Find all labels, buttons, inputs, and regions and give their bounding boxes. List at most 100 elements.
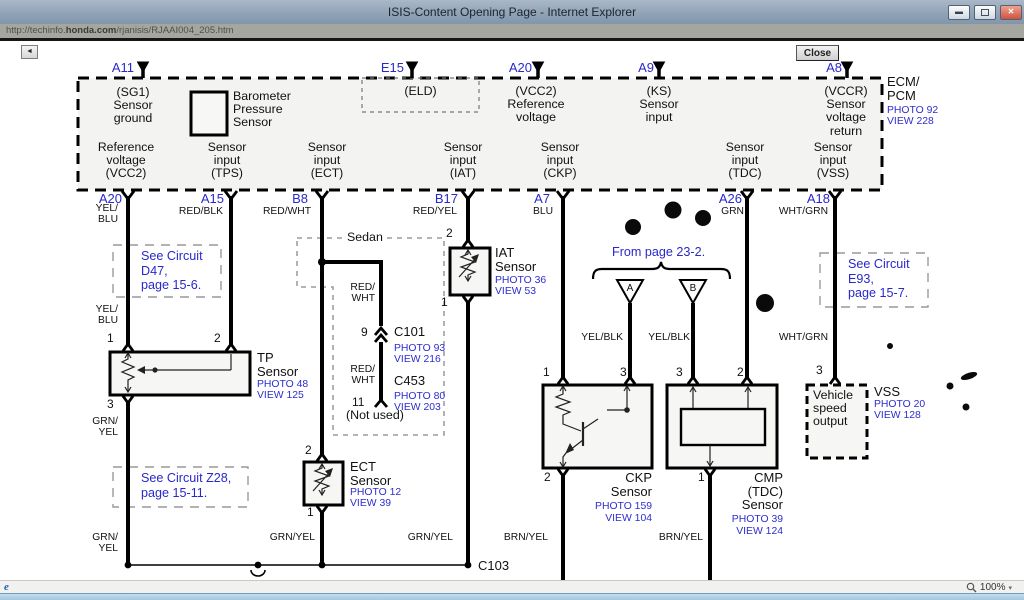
ect-pin-1: 1 — [307, 506, 314, 519]
wire-color-brn-yel-ckp: BRN/YEL — [493, 532, 548, 543]
pin-id-b17: B17 — [420, 192, 458, 205]
cmp-photo-link[interactable]: PHOTO 39 — [725, 514, 783, 525]
label-sg1: (SG1) Sensor ground — [101, 86, 165, 126]
window-title: ISIS-Content Opening Page - Internet Exp… — [0, 5, 1024, 19]
pin-id-e15: E15 — [372, 61, 404, 74]
minimize-button[interactable]: ▬ — [948, 5, 970, 20]
iat-view-link[interactable]: VIEW 53 — [495, 286, 536, 297]
vss-label: VSS — [874, 385, 900, 399]
ecm-view-link[interactable]: VIEW 228 — [887, 116, 934, 127]
wire-color-red-wht-3: RED/ WHT — [340, 364, 375, 386]
magnifier-icon — [966, 582, 977, 593]
ckp-sensor-box — [543, 385, 652, 468]
pin-id-a11: A11 — [98, 61, 134, 74]
taskbar-strip — [0, 593, 1024, 600]
wire-color-wht-grn: WHT/GRN — [770, 206, 828, 217]
c453-photo-link[interactable]: PHOTO 80 — [394, 391, 445, 402]
pin-a11 — [138, 62, 149, 78]
separator-line — [0, 38, 1024, 41]
wire-color-yel-blu-2: YEL/ BLU — [88, 304, 118, 326]
address-bar[interactable]: http://techinfo.honda.com/rjanisis/RJAAI… — [0, 24, 1024, 38]
ect-sensor-label: ECT Sensor — [350, 460, 391, 487]
label-vccr: (VCCR) Sensor voltage return — [816, 85, 876, 138]
ecm-pcm-label: ECM/ PCM — [887, 75, 920, 102]
close-page-button[interactable]: Close — [796, 45, 839, 61]
back-button[interactable]: ◄ — [21, 45, 38, 59]
c103-connector-arc — [251, 570, 265, 576]
pin-id-a18: A18 — [798, 192, 830, 205]
label-vcc2-top: (VCC2) Reference voltage — [495, 85, 577, 125]
iat-photo-link[interactable]: PHOTO 36 — [495, 275, 546, 286]
window-close-button[interactable]: ✕ — [1000, 5, 1022, 20]
wire-color-blu: BLU — [521, 206, 553, 217]
fn-iat: Sensor input (IAT) — [429, 141, 497, 179]
ecm-top-pin-symbols — [138, 62, 853, 78]
c101-label: C101 — [394, 325, 425, 339]
wire-color-brn-yel-cmp: BRN/YEL — [648, 532, 703, 543]
junction-dot — [318, 258, 326, 266]
see-circuit-d47: See Circuit D47, page 15-6. — [141, 249, 203, 293]
ecm-photo-link[interactable]: PHOTO 92 — [887, 105, 938, 116]
cmp-sensor-label: CMP (TDC) Sensor — [725, 471, 783, 512]
cmp-pin-3: 3 — [676, 366, 683, 379]
tp-pin-1: 1 — [107, 332, 114, 345]
ckp-photo-link[interactable]: PHOTO 159 — [592, 501, 652, 512]
cmp-pin-2: 2 — [737, 366, 744, 379]
not-used-label: (Not used) — [346, 409, 404, 422]
vss-photo-link[interactable]: PHOTO 20 — [874, 399, 925, 410]
triangle-a-letter: A — [620, 282, 640, 295]
ckp-pin-3: 3 — [620, 366, 627, 379]
ckp-pin-1: 1 — [543, 366, 550, 379]
vss-pin-3: 3 — [816, 364, 823, 377]
wire-color-grn-yel-ect: GRN/YEL — [263, 532, 315, 543]
wire-color-yel-blk-a: YEL/BLK — [573, 332, 623, 343]
ckp-view-link[interactable]: VIEW 104 — [592, 513, 652, 524]
wire-color-red-wht: RED/WHT — [256, 206, 311, 217]
cmp-sensor-box — [667, 385, 777, 468]
ie-icon: e — [4, 581, 9, 593]
pin-id-a9: A9 — [628, 61, 654, 74]
wire-color-grn-yel: GRN/ YEL — [88, 416, 118, 438]
wire-color-red-yel: RED/YEL — [402, 206, 457, 217]
c101-view-link[interactable]: VIEW 216 — [394, 354, 441, 365]
brace — [593, 262, 730, 279]
iat-sensor-label: IAT Sensor — [495, 246, 536, 273]
fn-tps: Sensor input (TPS) — [193, 141, 261, 179]
ckp-sensor-label: CKP Sensor — [592, 471, 652, 498]
vss-view-link[interactable]: VIEW 128 — [874, 410, 921, 421]
see-circuit-z28: See Circuit Z28, page 15-11. — [141, 471, 231, 500]
caret-down-icon: ▾ — [1008, 584, 1012, 592]
tp-pin-2: 2 — [214, 332, 221, 345]
tp-photo-link[interactable]: PHOTO 48 — [257, 379, 308, 390]
wire-color-wht-grn-2: WHT/GRN — [770, 332, 828, 343]
zoom-control[interactable]: 100% ▾ — [966, 582, 1012, 593]
status-bar: e 100% ▾ — [0, 580, 1024, 594]
from-page-note: From page 23-2. — [612, 245, 705, 260]
iat-pin-2: 2 — [446, 227, 453, 240]
fn-ckp: Sensor input (CKP) — [526, 141, 594, 179]
tp-pin-3: 3 — [107, 398, 114, 411]
wire-color-yel-blu: YEL/ BLU — [88, 203, 118, 225]
ect-pin-2: 2 — [305, 444, 312, 457]
pin-id-a15: A15 — [192, 192, 224, 205]
ect-photo-link[interactable]: PHOTO 12 — [350, 487, 401, 498]
window-titlebar[interactable]: ISIS-Content Opening Page - Internet Exp… — [0, 0, 1024, 25]
pin-e15 — [407, 62, 418, 78]
triangle-b-letter: B — [683, 282, 703, 295]
cmp-pin-1: 1 — [698, 471, 705, 484]
c101-photo-link[interactable]: PHOTO 93 — [394, 343, 445, 354]
iat-pin-1: 1 — [441, 296, 448, 309]
tp-sensor-box — [110, 352, 250, 395]
ect-view-link[interactable]: VIEW 39 — [350, 498, 391, 509]
pin-id-b8: B8 — [262, 192, 308, 205]
maximize-button[interactable] — [974, 5, 996, 20]
pin-id-a26: A26 — [710, 192, 742, 205]
c453-label: C453 — [394, 374, 425, 388]
tp-view-link[interactable]: VIEW 125 — [257, 390, 304, 401]
cmp-view-link[interactable]: VIEW 124 — [725, 526, 783, 537]
zoom-level: 100% — [980, 582, 1006, 593]
label-eld: (ELD) — [362, 85, 479, 98]
see-circuit-e93: See Circuit E93, page 15-7. — [848, 257, 910, 301]
c103-bus — [125, 562, 472, 576]
wire-color-grn-yel-2: GRN/ YEL — [85, 532, 118, 554]
